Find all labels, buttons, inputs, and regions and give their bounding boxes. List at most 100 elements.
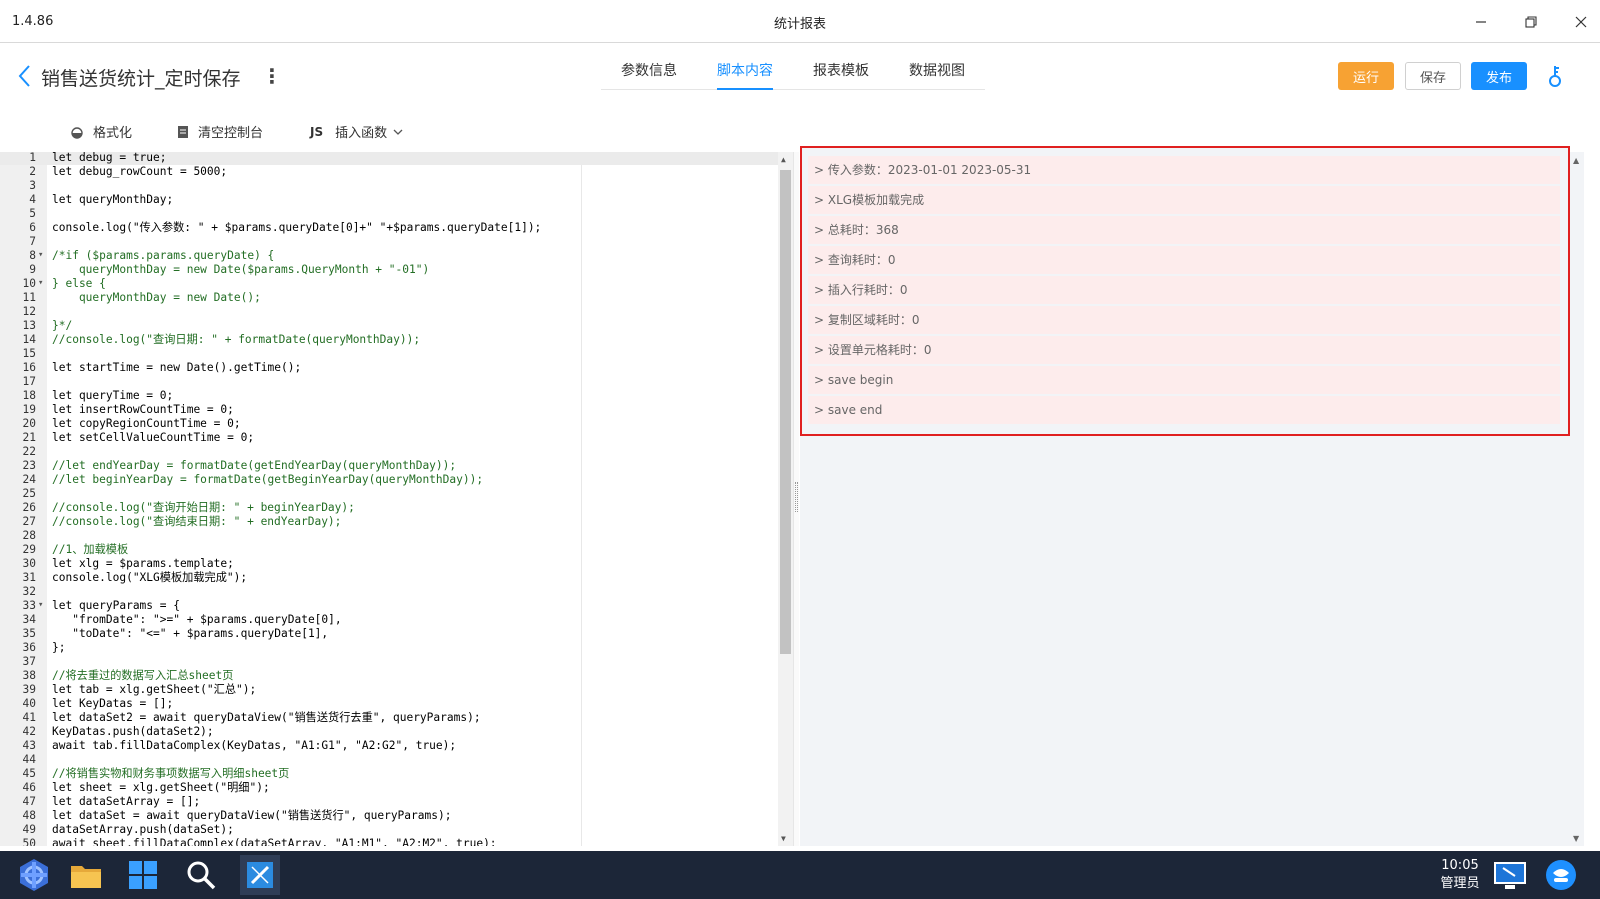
line-number: 17 <box>22 375 36 388</box>
code-text: let queryTime = 0; <box>52 389 174 402</box>
save-button[interactable]: 保存 <box>1405 62 1461 90</box>
format-button[interactable]: 格式化 <box>70 122 132 141</box>
code-line[interactable]: 4 let queryMonthDay; <box>0 193 778 207</box>
code-line[interactable]: 7 <box>0 235 778 249</box>
code-line[interactable]: 41 let dataSet2 = await queryDataView("销售… <box>0 711 778 725</box>
console-scrollbar[interactable]: ▲ ▼ <box>1570 152 1584 846</box>
scroll-down-icon[interactable]: ▼ <box>1573 834 1579 843</box>
code-line[interactable]: 13}*/ <box>0 319 778 333</box>
code-line[interactable]: 21 let setCellValueCountTime = 0; <box>0 431 778 445</box>
editor-scroll-thumb[interactable] <box>780 170 791 654</box>
code-text: }; <box>52 641 66 654</box>
code-line[interactable]: 15 <box>0 347 778 361</box>
code-line[interactable]: 42 KeyDatas.push(dataSet2); <box>0 725 778 739</box>
code-line[interactable]: 16 let startTime = new Date().getTime(); <box>0 361 778 375</box>
code-line[interactable]: 50 await sheet.fillDataComplex(dataSetArr… <box>0 837 778 846</box>
scroll-up-icon[interactable]: ▲ <box>1573 156 1579 165</box>
code-line[interactable]: 36}; <box>0 641 778 655</box>
run-button[interactable]: 运行 <box>1338 62 1394 90</box>
code-line[interactable]: 27 //console.log("查询结束日期: " + endYearDay)… <box>0 515 778 529</box>
code-line[interactable]: 19 let insertRowCountTime = 0; <box>0 403 778 417</box>
restore-icon[interactable] <box>1518 10 1544 34</box>
code-text: let startTime = new Date().getTime(); <box>52 361 302 374</box>
code-line[interactable]: 12 <box>0 305 778 319</box>
tab-script-content[interactable]: 脚本内容 <box>717 60 773 90</box>
code-line[interactable]: 28 <box>0 529 778 543</box>
code-line[interactable]: 49 dataSetArray.push(dataSet); <box>0 823 778 837</box>
code-line[interactable]: 14 //console.log("查询日期: " + formatDate(qu… <box>0 333 778 347</box>
more-menu-icon[interactable]: ⋮ <box>262 62 282 90</box>
code-line[interactable]: 31 console.log("XLG模板加载完成"); <box>0 571 778 585</box>
code-line[interactable]: 37 <box>0 655 778 669</box>
publish-button[interactable]: 发布 <box>1471 62 1527 90</box>
code-line[interactable]: 8 ▾ /*if ($params.params.queryDate) { <box>0 249 778 263</box>
tab-report-template[interactable]: 报表模板 <box>813 60 869 90</box>
code-text: let setCellValueCountTime = 0; <box>52 431 255 444</box>
windows-start-icon[interactable] <box>123 855 163 895</box>
scroll-up-icon[interactable]: ▲ <box>781 155 786 164</box>
code-line[interactable]: 3 <box>0 179 778 193</box>
insert-function-dropdown[interactable]: JS 插入函数 <box>310 122 403 141</box>
remote-desktop-icon[interactable] <box>1490 855 1530 895</box>
code-line[interactable]: 20 let copyRegionCountTime = 0; <box>0 417 778 431</box>
code-line[interactable]: 10 ▾} else { <box>0 277 778 291</box>
code-line[interactable]: 34 "fromDate": ">=" + $params.queryDate[… <box>0 613 778 627</box>
tab-param-info[interactable]: 参数信息 <box>621 60 677 90</box>
code-line[interactable]: 2 let debug_rowCount = 5000; <box>0 165 778 179</box>
scroll-down-icon[interactable]: ▼ <box>781 834 786 843</box>
file-explorer-icon[interactable] <box>66 855 106 895</box>
code-line[interactable]: 30 let xlg = $params.template; <box>0 557 778 571</box>
key-icon[interactable] <box>1546 64 1564 88</box>
code-line[interactable]: 46 let sheet = xlg.getSheet("明细"); <box>0 781 778 795</box>
code-text: //将去重过的数据写入汇总sheet页 <box>52 669 234 682</box>
chat-app-icon[interactable] <box>1541 855 1581 895</box>
code-line[interactable]: 40 let KeyDatas = []; <box>0 697 778 711</box>
back-icon[interactable] <box>16 62 34 90</box>
search-icon[interactable] <box>181 855 221 895</box>
report-designer-app-icon[interactable] <box>240 855 280 895</box>
code-line[interactable]: 18 let queryTime = 0; <box>0 389 778 403</box>
tab-data-view[interactable]: 数据视图 <box>909 60 965 90</box>
line-number: 3 <box>29 179 36 192</box>
code-line[interactable]: 26 //console.log("查询开始日期: " + beginYearDa… <box>0 501 778 515</box>
code-text: let tab = xlg.getSheet("汇总"); <box>52 683 257 696</box>
line-number: 26 <box>22 501 36 514</box>
code-line[interactable]: 17 <box>0 375 778 389</box>
code-line[interactable]: 1 let debug = true; <box>0 152 778 165</box>
fold-arrow-icon[interactable]: ▾ <box>38 248 43 262</box>
clear-console-button[interactable]: 清空控制台 <box>177 122 263 141</box>
code-editor[interactable]: 1 let debug = true; 2 let debug_rowCount = … <box>0 152 793 846</box>
code-text: let copyRegionCountTime = 0; <box>52 417 241 430</box>
code-line[interactable]: 6 console.log("传入参数: " + $params.queryDat… <box>0 221 778 235</box>
code-line[interactable]: 29 //1、加载模板 <box>0 543 778 557</box>
code-line[interactable]: 32 <box>0 585 778 599</box>
pane-splitter[interactable] <box>793 152 799 846</box>
editor-scrollbar[interactable]: ▲ ▼ <box>778 152 793 846</box>
code-line[interactable]: 43 await tab.fillDataComplex(KeyDatas, "A… <box>0 739 778 753</box>
code-line[interactable]: 48 let dataSet = await queryDataView("销售送… <box>0 809 778 823</box>
taskbar-clock[interactable]: 10:05 管理员 <box>1430 857 1490 893</box>
code-line[interactable]: 23 //let endYearDay = formatDate(getEndYe… <box>0 459 778 473</box>
code-text: await tab.fillDataComplex(KeyDatas, "A1:… <box>52 739 457 752</box>
code-line[interactable]: 45 //将销售实物和财务事项数据写入明细sheet页 <box>0 767 778 781</box>
code-line[interactable]: 9 queryMonthDay = new Date($params.Query… <box>0 263 778 277</box>
fold-arrow-icon[interactable]: ▾ <box>38 598 43 612</box>
code-line[interactable]: 5 <box>0 207 778 221</box>
fold-arrow-icon[interactable]: ▾ <box>38 276 43 290</box>
code-line[interactable]: 44 <box>0 753 778 767</box>
code-line[interactable]: 35 "toDate": "<=" + $params.queryDate[1]… <box>0 627 778 641</box>
line-number: 42 <box>22 725 36 738</box>
code-line[interactable]: 47 let dataSetArray = []; <box>0 795 778 809</box>
code-line[interactable]: 33 ▾ let queryParams = { <box>0 599 778 613</box>
code-line[interactable]: 39 let tab = xlg.getSheet("汇总"); <box>0 683 778 697</box>
taskbar: 10:05 管理员 <box>0 851 1600 899</box>
code-text: let insertRowCountTime = 0; <box>52 403 234 416</box>
code-line[interactable]: 25 <box>0 487 778 501</box>
code-line[interactable]: 38 //将去重过的数据写入汇总sheet页 <box>0 669 778 683</box>
code-line[interactable]: 24 //let beginYearDay = formatDate(getBeg… <box>0 473 778 487</box>
code-line[interactable]: 22 <box>0 445 778 459</box>
start-app-icon[interactable] <box>14 855 54 895</box>
close-icon[interactable] <box>1568 10 1594 34</box>
minimize-icon[interactable] <box>1468 10 1494 34</box>
code-line[interactable]: 11 queryMonthDay = new Date(); <box>0 291 778 305</box>
